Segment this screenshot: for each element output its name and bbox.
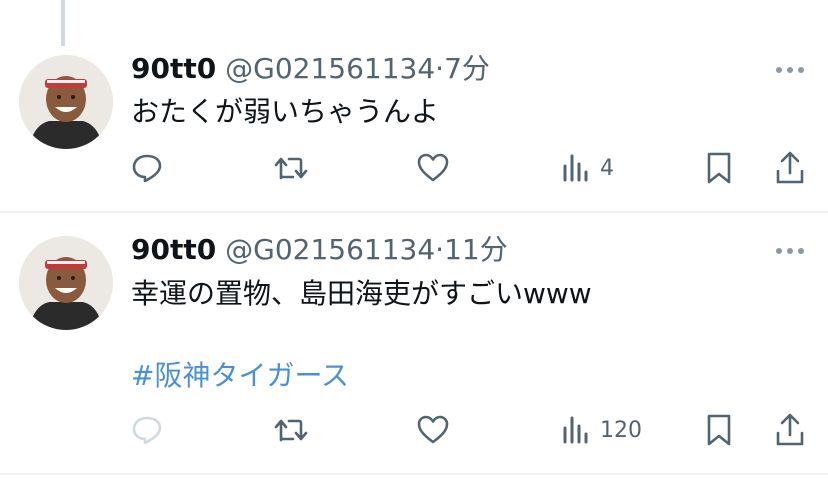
more-icon[interactable] bbox=[776, 66, 804, 74]
bookmark-icon bbox=[707, 152, 731, 184]
like-button[interactable] bbox=[416, 148, 450, 188]
avatar[interactable] bbox=[19, 55, 113, 149]
share-icon bbox=[776, 413, 804, 446]
views-icon bbox=[563, 154, 588, 182]
share-icon bbox=[776, 151, 804, 184]
reply-button[interactable] bbox=[131, 148, 163, 188]
time-separator: · bbox=[435, 52, 445, 85]
tweet-text: おたくが弱いちゃうんよ bbox=[131, 95, 440, 128]
hashtag-link[interactable]: #阪神タイガース bbox=[131, 358, 349, 394]
views-button[interactable]: 120 bbox=[562, 410, 642, 450]
share-button[interactable] bbox=[774, 410, 806, 450]
views-count: 120 bbox=[600, 417, 642, 443]
avatar-photo bbox=[19, 55, 113, 149]
tweet[interactable]: 90tt0 @G021561134·11分 幸運の置物、島田海吏がすごいwww … bbox=[0, 212, 828, 481]
tweet-actions: 120 bbox=[0, 410, 828, 450]
retweet-icon bbox=[274, 157, 308, 180]
tweet-header: 90tt0 @G021561134·7分 bbox=[131, 52, 490, 86]
more-icon[interactable] bbox=[776, 247, 804, 255]
user-handle[interactable]: @G021561134 bbox=[225, 233, 435, 266]
time-separator: · bbox=[435, 233, 445, 266]
reply-icon bbox=[132, 154, 162, 183]
views-count: 4 bbox=[600, 155, 614, 181]
share-button[interactable] bbox=[774, 148, 806, 188]
display-name[interactable]: 90tt0 bbox=[131, 52, 216, 85]
tweet-divider bbox=[0, 473, 828, 475]
reply-icon bbox=[132, 416, 162, 445]
bookmark-icon bbox=[707, 414, 731, 446]
views-button[interactable]: 4 bbox=[562, 148, 614, 188]
display-name[interactable]: 90tt0 bbox=[131, 233, 216, 266]
heart-icon bbox=[417, 415, 449, 444]
bookmark-button[interactable] bbox=[704, 410, 734, 450]
tweet-actions: 4 bbox=[0, 148, 828, 188]
views-icon bbox=[563, 416, 588, 444]
user-handle[interactable]: @G021561134 bbox=[225, 52, 435, 85]
retweet-icon bbox=[274, 419, 308, 442]
tweet[interactable]: 90tt0 @G021561134·7分 おたくが弱いちゃうんよ 4 bbox=[0, 0, 828, 210]
tweet-header: 90tt0 @G021561134·11分 bbox=[131, 233, 508, 267]
heart-icon bbox=[417, 153, 449, 182]
retweet-button[interactable] bbox=[273, 148, 309, 188]
timestamp[interactable]: 11分 bbox=[444, 233, 508, 266]
avatar-photo bbox=[19, 236, 113, 330]
like-button[interactable] bbox=[416, 410, 450, 450]
avatar[interactable] bbox=[19, 236, 113, 330]
retweet-button[interactable] bbox=[273, 410, 309, 450]
reply-button[interactable] bbox=[131, 410, 163, 450]
tweet-text: 幸運の置物、島田海吏がすごいwww bbox=[131, 277, 592, 310]
timestamp[interactable]: 7分 bbox=[444, 52, 490, 85]
bookmark-button[interactable] bbox=[704, 148, 734, 188]
